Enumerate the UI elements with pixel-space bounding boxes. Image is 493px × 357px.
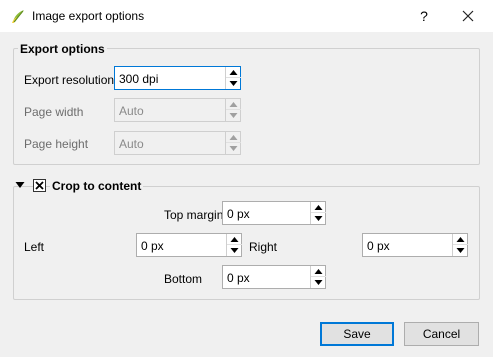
- window-title: Image export options: [32, 9, 145, 23]
- qgis-icon: [10, 8, 26, 24]
- crop-to-content-title[interactable]: Crop to content: [50, 179, 144, 193]
- bottom-margin-spinbox[interactable]: 0 px: [222, 265, 326, 289]
- arrow-down-icon: [229, 81, 238, 86]
- left-margin-decrement[interactable]: [227, 245, 242, 256]
- arrow-down-icon: [456, 248, 465, 253]
- page-height-value: Auto: [119, 137, 144, 151]
- bottom-margin-spin-buttons: [310, 266, 326, 288]
- arrow-up-icon: [456, 237, 465, 242]
- title-bar: Image export options ?: [0, 0, 493, 32]
- left-margin-spin-buttons: [226, 234, 242, 256]
- page-height-decrement: [226, 143, 241, 154]
- arrow-up-icon: [314, 205, 323, 210]
- checkmark-icon: [35, 181, 44, 190]
- close-button[interactable]: [455, 4, 481, 28]
- export-resolution-decrement[interactable]: [226, 78, 241, 89]
- export-resolution-spin-buttons: [225, 67, 241, 89]
- right-margin-spin-buttons: [452, 234, 468, 256]
- left-margin-spinbox[interactable]: 0 px: [136, 233, 242, 257]
- crop-to-content-checkbox[interactable]: [33, 179, 46, 192]
- top-margin-decrement[interactable]: [311, 213, 326, 224]
- cancel-button[interactable]: Cancel: [404, 322, 479, 346]
- bottom-margin-value: 0 px: [227, 271, 250, 285]
- right-margin-label: Right: [249, 240, 278, 254]
- save-button[interactable]: Save: [320, 322, 394, 346]
- page-width-value: Auto: [119, 104, 144, 118]
- collapse-arrow-icon[interactable]: [15, 181, 25, 189]
- bottom-margin-decrement[interactable]: [311, 277, 326, 288]
- page-width-spinbox: Auto: [114, 98, 241, 122]
- help-button[interactable]: ?: [412, 5, 436, 27]
- right-margin-value: 0 px: [367, 239, 390, 253]
- arrow-up-icon: [229, 102, 238, 107]
- page-height-increment: [226, 132, 241, 143]
- page-width-increment: [226, 99, 241, 110]
- page-width-spin-buttons: [225, 99, 241, 121]
- arrow-down-icon: [314, 280, 323, 285]
- top-margin-spin-buttons: [310, 202, 326, 224]
- top-margin-increment[interactable]: [311, 202, 326, 213]
- export-resolution-label: Export resolution: [24, 73, 115, 87]
- arrow-up-icon: [230, 237, 239, 242]
- top-margin-label: Top margin: [164, 208, 224, 222]
- right-margin-increment[interactable]: [453, 234, 468, 245]
- export-options-title: Export options: [18, 42, 107, 56]
- page-height-spin-buttons: [225, 132, 241, 154]
- arrow-up-icon: [314, 269, 323, 274]
- top-margin-value: 0 px: [227, 207, 250, 221]
- export-resolution-value: 300 dpi: [119, 72, 159, 86]
- arrow-down-icon: [314, 216, 323, 221]
- arrow-up-icon: [229, 70, 238, 75]
- page-width-decrement: [226, 110, 241, 121]
- page-width-label: Page width: [24, 105, 84, 119]
- right-margin-decrement[interactable]: [453, 245, 468, 256]
- right-margin-spinbox[interactable]: 0 px: [362, 233, 468, 257]
- left-margin-increment[interactable]: [227, 234, 242, 245]
- page-height-spinbox: Auto: [114, 131, 241, 155]
- arrow-down-icon: [230, 248, 239, 253]
- left-margin-label: Left: [24, 240, 45, 254]
- page-height-label: Page height: [24, 137, 89, 151]
- left-margin-value: 0 px: [141, 239, 164, 253]
- arrow-up-icon: [229, 135, 238, 140]
- bottom-margin-label: Bottom: [164, 272, 203, 286]
- export-resolution-spinbox[interactable]: 300 dpi: [114, 66, 241, 90]
- export-resolution-increment[interactable]: [226, 67, 241, 78]
- close-icon: [455, 10, 481, 31]
- top-margin-spinbox[interactable]: 0 px: [222, 201, 326, 225]
- bottom-margin-increment[interactable]: [311, 266, 326, 277]
- arrow-down-icon: [229, 113, 238, 118]
- arrow-down-icon: [229, 146, 238, 151]
